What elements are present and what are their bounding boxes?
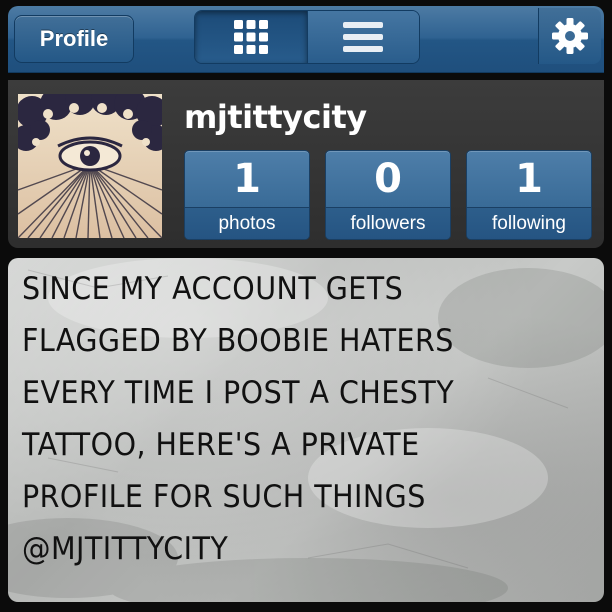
stat-followers-button[interactable]: 0 followers: [325, 150, 451, 240]
post-text-line: EVERY TIME I POST A CHESTY: [22, 375, 455, 411]
settings-button[interactable]: [538, 8, 601, 64]
gear-icon: [552, 18, 588, 54]
list-view-icon: [343, 22, 384, 52]
followers-count: 0: [374, 156, 402, 202]
following-label: following: [467, 207, 591, 239]
view-toggle: [194, 10, 420, 64]
avatar[interactable]: [18, 94, 162, 238]
following-count: 1: [515, 156, 543, 202]
stat-photos-button[interactable]: 1 photos: [184, 150, 310, 240]
post-text-line: TATTOO, HERE'S A PRIVATE: [22, 427, 420, 463]
post-text-line: SINCE MY ACCOUNT GETS: [22, 271, 404, 307]
profile-back-button[interactable]: Profile: [14, 15, 134, 63]
post-text-line: PROFILE FOR SUCH THINGS: [22, 479, 426, 515]
followers-label: followers: [326, 207, 450, 239]
post-text-line: @MJTITTYCITY: [22, 531, 229, 567]
post-image[interactable]: SINCE MY ACCOUNT GETS FLAGGED BY BOOBIE …: [8, 258, 604, 602]
stat-following-button[interactable]: 1 following: [466, 150, 592, 240]
all-seeing-eye-avatar: [18, 94, 162, 238]
photos-count: 1: [233, 156, 261, 202]
post-text-line: FLAGGED BY BOOBIE HATERS: [22, 323, 454, 359]
photos-label: photos: [185, 207, 309, 239]
grid-view-icon: [233, 20, 268, 54]
username: mjtittycity: [184, 98, 367, 136]
profile-header: mjtittycity 1 photos 0 followers 1 follo…: [8, 80, 604, 248]
list-view-button[interactable]: [306, 11, 419, 63]
top-navigation-bar: Profile: [8, 6, 604, 73]
grid-view-button[interactable]: [195, 11, 307, 63]
back-button-label: Profile: [39, 26, 109, 51]
